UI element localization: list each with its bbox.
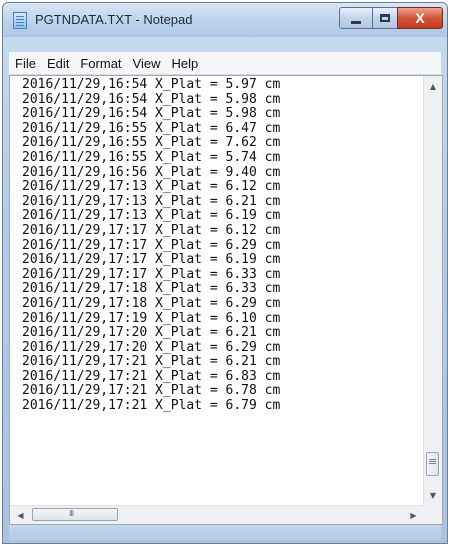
- text-line: 2016/11/29,17:18 X_Plat = 6.29 cm: [22, 295, 281, 311]
- maximize-icon: [380, 14, 390, 22]
- scroll-up-arrow-icon[interactable]: ▲: [424, 78, 442, 95]
- menu-format[interactable]: Format: [74, 56, 126, 71]
- text-line: 2016/11/29,16:54 X_Plat = 5.98 cm: [22, 106, 281, 122]
- text-editor[interactable]: 2016/11/29,16:54 X_Plat = 5.97 cm 2016/1…: [9, 75, 443, 525]
- text-line: 2016/11/29,17:18 X_Plat = 6.33 cm: [22, 281, 281, 297]
- text-line: 2016/11/29,17:13 X_Plat = 6.21 cm: [22, 193, 281, 209]
- menu-edit[interactable]: Edit: [41, 56, 74, 71]
- text-line: 2016/11/29,17:21 X_Plat = 6.78 cm: [22, 383, 281, 399]
- text-line: 2016/11/29,16:54 X_Plat = 5.98 cm: [22, 91, 281, 107]
- text-line: 2016/11/29,17:17 X_Plat = 6.19 cm: [22, 252, 281, 268]
- window-title: PGTNDATA.TXT - Notepad: [35, 12, 193, 27]
- maximize-button[interactable]: [372, 7, 398, 29]
- vertical-scroll-thumb[interactable]: [426, 452, 439, 476]
- text-line: 2016/11/29,17:21 X_Plat = 6.79 cm: [22, 398, 281, 414]
- text-line: 2016/11/29,17:21 X_Plat = 6.83 cm: [22, 368, 281, 384]
- minimize-button[interactable]: [339, 7, 373, 29]
- text-area[interactable]: 2016/11/29,16:54 X_Plat = 5.97 cm 2016/1…: [10, 76, 424, 504]
- close-icon: X: [415, 10, 425, 26]
- menu-file[interactable]: File: [9, 56, 41, 71]
- text-line: 2016/11/29,16:56 X_Plat = 9.40 cm: [22, 164, 281, 180]
- text-line: 2016/11/29,16:55 X_Plat = 7.62 cm: [22, 135, 281, 151]
- scroll-left-arrow-icon[interactable]: ◀: [12, 506, 29, 524]
- text-line: 2016/11/29,16:55 X_Plat = 6.47 cm: [22, 120, 281, 136]
- menu-view[interactable]: View: [127, 56, 166, 71]
- close-button[interactable]: X: [397, 7, 443, 29]
- scroll-down-arrow-icon[interactable]: ▼: [424, 487, 442, 504]
- text-line: 2016/11/29,17:19 X_Plat = 6.10 cm: [22, 310, 281, 326]
- text-line: 2016/11/29,17:13 X_Plat = 6.12 cm: [22, 179, 281, 195]
- window-bottom-frame: [9, 525, 441, 541]
- text-line: 2016/11/29,17:17 X_Plat = 6.12 cm: [22, 222, 281, 238]
- title-bar[interactable]: PGTNDATA.TXT - Notepad X: [3, 3, 447, 37]
- menu-help[interactable]: Help: [165, 56, 203, 71]
- notepad-window: PGTNDATA.TXT - Notepad X File Edit Forma…: [2, 2, 448, 544]
- text-line: 2016/11/29,17:21 X_Plat = 6.21 cm: [22, 354, 281, 370]
- scrollbar-corner: [424, 506, 442, 524]
- text-line: 2016/11/29,17:20 X_Plat = 6.29 cm: [22, 339, 281, 355]
- text-line: 2016/11/29,17:20 X_Plat = 6.21 cm: [22, 325, 281, 341]
- horizontal-scrollbar[interactable]: ◀ ▶: [10, 505, 424, 524]
- text-line: 2016/11/29,16:55 X_Plat = 5.74 cm: [22, 149, 281, 165]
- horizontal-scroll-thumb[interactable]: [32, 508, 118, 521]
- text-line: 2016/11/29,17:17 X_Plat = 6.33 cm: [22, 266, 281, 282]
- text-line: 2016/11/29,17:17 X_Plat = 6.29 cm: [22, 237, 281, 253]
- vertical-scrollbar[interactable]: ▲ ▼: [423, 76, 442, 506]
- scroll-right-arrow-icon[interactable]: ▶: [405, 506, 422, 524]
- notepad-icon[interactable]: [13, 12, 27, 29]
- text-line: 2016/11/29,17:13 X_Plat = 6.19 cm: [22, 208, 281, 224]
- menu-bar: File Edit Format View Help: [9, 52, 441, 75]
- minimize-icon: [351, 20, 361, 24]
- text-line: 2016/11/29,16:54 X_Plat = 5.97 cm: [22, 77, 281, 92]
